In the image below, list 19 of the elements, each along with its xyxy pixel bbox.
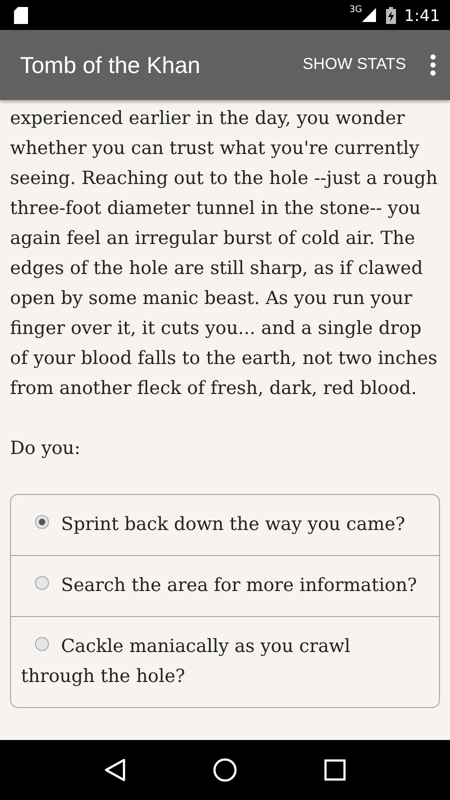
signal-icon (362, 8, 376, 22)
home-icon[interactable] (212, 758, 237, 782)
choice-option[interactable]: Cackle maniacally as you crawl through the hole? (11, 616, 439, 707)
battery-icon (386, 6, 396, 24)
sd-card-icon (14, 6, 28, 24)
recents-icon[interactable] (324, 759, 346, 781)
radio-button[interactable] (35, 576, 49, 590)
choice-option[interactable]: Search the area for more information? (11, 555, 439, 616)
prompt-text: Do you: (10, 437, 82, 461)
network-type: 3G (349, 5, 362, 15)
clock: 1:41 (404, 6, 440, 24)
choice-option[interactable]: Sprint back down the way you came? (11, 495, 439, 555)
show-stats-button[interactable]: SHOW STATS (296, 50, 412, 80)
radio-button[interactable] (35, 637, 49, 651)
back-icon[interactable] (104, 758, 126, 782)
story-paragraph: experienced earlier in the day, you wonder whether you can trust what you're currently seeing. Reaching out to the hole --just a rough three-foot diameter tunnel in the stone-- you again feel an irregular burst of cold air. The edges of the hole are still sharp, as if clawed open by some manic beast. As you run your finger over it, it cuts you... and a single drop of your blood falls to the earth, not two inches from another fleck of fresh, dark, red blood. (10, 107, 439, 401)
app-title: Tomb of the Khan (20, 52, 200, 78)
overflow-menu-icon[interactable] (430, 54, 436, 76)
radio-button[interactable] (35, 515, 49, 529)
